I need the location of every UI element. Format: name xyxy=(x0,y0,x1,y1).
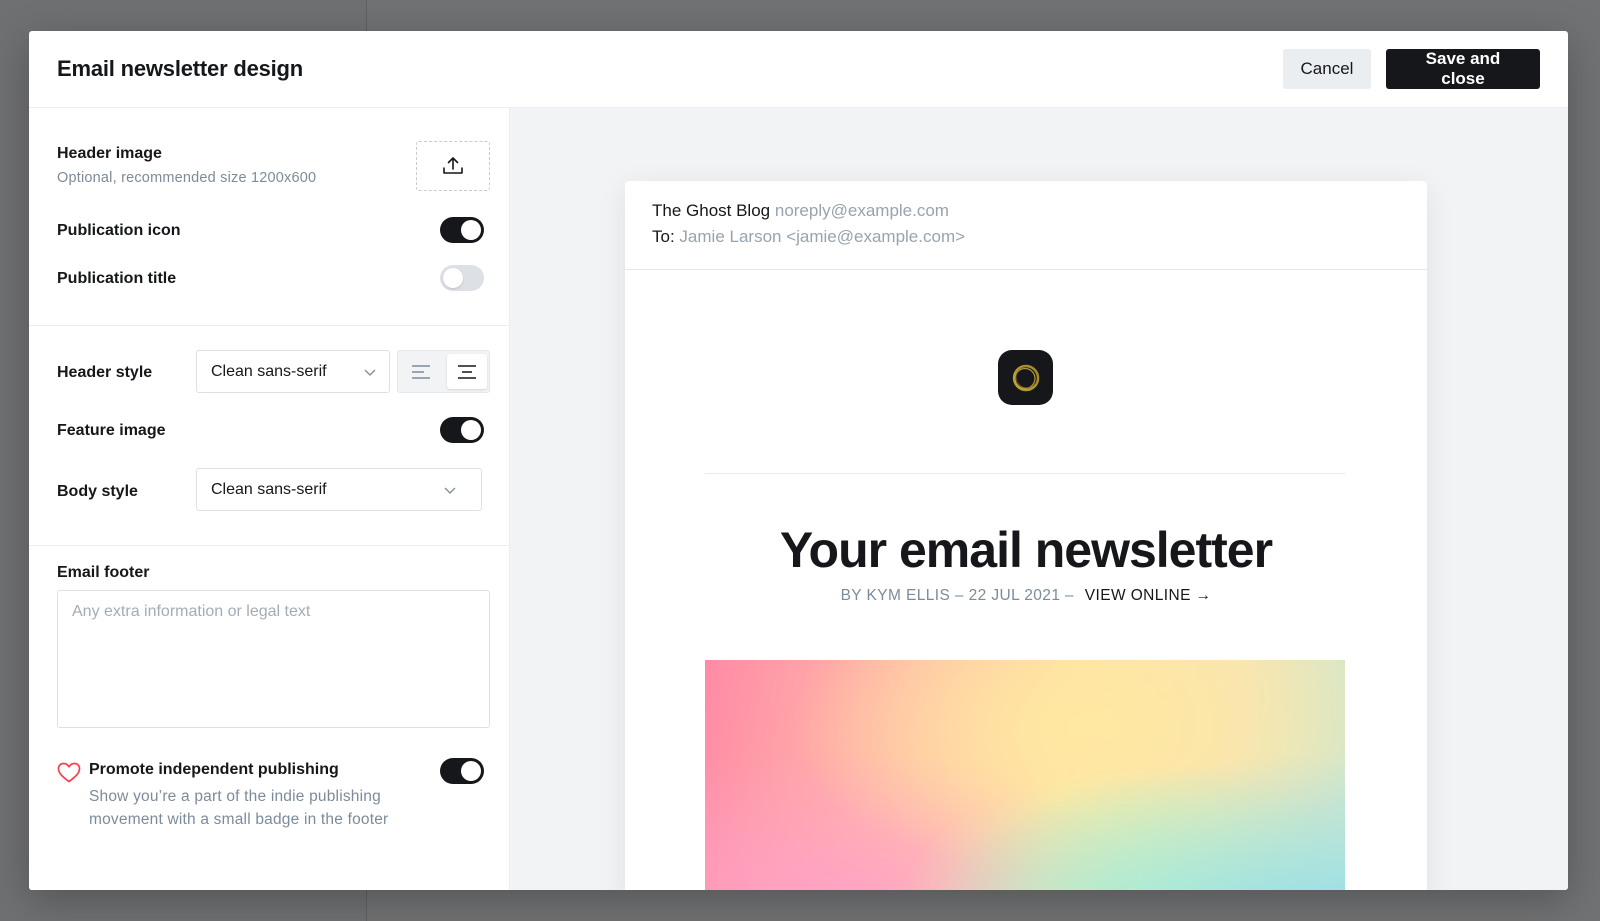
byline-text: BY KYM ELLIS – 22 JUL 2021 – xyxy=(840,587,1075,604)
style-settings-section: Header style Clean sans-serif Feature im… xyxy=(29,326,509,546)
publication-logo xyxy=(998,350,1053,405)
email-meta: The Ghost Blog noreply@example.com To: J… xyxy=(625,181,1427,270)
email-title: Your email newsletter xyxy=(779,522,1273,578)
header-image-label: Header image xyxy=(57,145,162,162)
email-preview-pane: The Ghost Blog noreply@example.com To: J… xyxy=(510,108,1568,890)
align-center-button[interactable] xyxy=(447,354,487,389)
email-from-line: The Ghost Blog noreply@example.com xyxy=(652,201,1400,221)
email-preview-card: The Ghost Blog noreply@example.com To: J… xyxy=(625,181,1427,890)
email-footer-label: Email footer xyxy=(57,564,150,581)
modal-header: Email newsletter design Cancel Save and … xyxy=(29,31,1568,108)
header-image-hint: Optional, recommended size 1200x600 xyxy=(57,170,317,186)
save-and-close-button[interactable]: Save and close xyxy=(1386,49,1540,89)
chevron-down-icon xyxy=(364,369,376,376)
align-left-button[interactable] xyxy=(401,354,441,389)
email-to-address: Jamie Larson <jamie@example.com> xyxy=(679,227,966,246)
publication-title-label: Publication title xyxy=(57,270,177,287)
view-online-link[interactable]: VIEW ONLINE → xyxy=(1085,587,1212,604)
body-style-value: Clean sans-serif xyxy=(211,480,327,498)
feature-image-toggle[interactable] xyxy=(440,417,484,443)
email-byline: BY KYM ELLIS – 22 JUL 2021 – VIEW ONLINE… xyxy=(625,587,1427,605)
header-style-select[interactable]: Clean sans-serif xyxy=(196,350,390,393)
upload-icon xyxy=(443,157,463,174)
heart-icon xyxy=(57,762,81,783)
align-center-icon xyxy=(458,364,476,379)
settings-sidebar: Header image Optional, recommended size … xyxy=(29,108,510,890)
email-footer-textarea[interactable] xyxy=(57,590,490,728)
header-image-upload[interactable] xyxy=(416,141,490,191)
header-alignment-group xyxy=(397,350,490,393)
modal-title: Email newsletter design xyxy=(57,56,304,81)
align-left-icon xyxy=(412,364,430,379)
email-to-line: To: Jamie Larson <jamie@example.com> xyxy=(652,227,1400,247)
publication-title-toggle[interactable] xyxy=(440,265,484,291)
email-design-modal: Email newsletter design Cancel Save and … xyxy=(29,31,1568,890)
header-style-label: Header style xyxy=(57,364,153,381)
cancel-button[interactable]: Cancel xyxy=(1283,49,1371,89)
header-actions: Cancel Save and close xyxy=(1283,49,1540,89)
email-divider xyxy=(705,473,1345,474)
promote-hint: Show you’re a part of the indie publishi… xyxy=(89,788,389,828)
email-from-address: noreply@example.com xyxy=(774,201,949,220)
body-style-label: Body style xyxy=(57,483,138,500)
publication-logo-icon xyxy=(1012,364,1039,391)
feature-image-label: Feature image xyxy=(57,422,166,439)
feature-image xyxy=(705,660,1345,890)
header-settings-section: Header image Optional, recommended size … xyxy=(29,108,509,326)
promote-toggle[interactable] xyxy=(440,758,484,784)
publication-icon-toggle[interactable] xyxy=(440,217,484,243)
email-from-name: The Ghost Blog xyxy=(652,201,771,220)
header-style-value: Clean sans-serif xyxy=(211,362,327,380)
body-style-select[interactable]: Clean sans-serif xyxy=(196,468,482,511)
promote-label: Promote independent publishing xyxy=(89,761,339,778)
email-to-prefix: To: xyxy=(652,227,675,246)
publication-icon-label: Publication icon xyxy=(57,222,181,239)
chevron-down-icon xyxy=(444,487,456,494)
